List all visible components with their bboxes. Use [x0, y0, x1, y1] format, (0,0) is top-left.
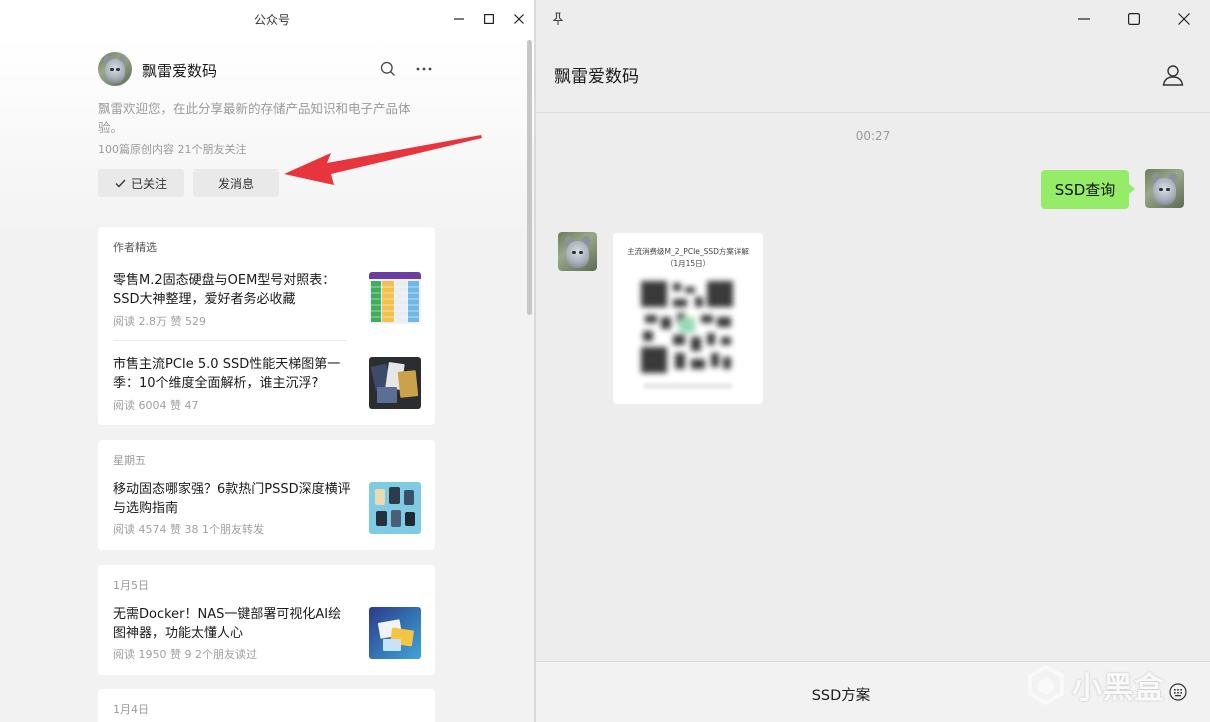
more-icon	[416, 67, 432, 71]
article-meta: 阅读 2.8万 赞 529	[113, 315, 206, 328]
search-button[interactable]	[378, 59, 398, 79]
account-description: 飘雷欢迎您，在此分享最新的存储产品知识和电子产品体验。	[98, 101, 411, 135]
message-timestamp: 00:27	[855, 129, 891, 143]
maximize-icon	[1128, 13, 1140, 25]
search-icon	[380, 61, 395, 76]
post-date: 1月4日	[113, 703, 149, 716]
article-title[interactable]: 市售主流PCIe 5.0 SSD性能天梯图第一季：10个维度全面解析，谁主沉浮?	[113, 355, 353, 393]
watermark: 小黑盒	[1028, 655, 1165, 715]
chat-title-bar[interactable]	[536, 0, 1210, 38]
qr-code-icon	[637, 277, 737, 377]
send-message-label: 发消息	[217, 176, 254, 191]
minimize-icon	[1078, 18, 1090, 20]
divider	[113, 340, 347, 341]
article-meta: 阅读 6004 赞 47	[113, 399, 199, 412]
close-icon	[1178, 13, 1190, 25]
profile-button[interactable]	[1160, 62, 1186, 88]
received-image-message[interactable]: 主流消费级M_2_PCIe_SSD方案详解（1月15日）	[613, 233, 763, 404]
post-date: 1月5日	[113, 579, 149, 592]
image-message-title: 主流消费级M_2_PCIe_SSD方案详解（1月15日）	[627, 247, 749, 268]
post-thumbnail[interactable]	[369, 482, 421, 534]
post-meta: 阅读 1950 赞 9 2个朋友读过	[113, 648, 257, 661]
title-bar[interactable]: 公众号	[0, 0, 534, 38]
pin-button[interactable]	[546, 8, 570, 30]
pin-icon	[552, 12, 564, 25]
chat-header: 飘雷爱数码	[536, 38, 1210, 113]
maximize-button[interactable]	[477, 8, 501, 30]
account-stats[interactable]: 100篇原创内容 21个朋友关注	[98, 141, 247, 157]
account-name[interactable]: 飘雷爱数码	[142, 60, 217, 81]
official-account-window: 公众号 飘雷爱数码 飘雷欢迎您，在此分享最新的存储产品知识和电子产品体验。 10…	[0, 0, 534, 722]
followed-button[interactable]: 已关注	[98, 169, 184, 197]
close-button[interactable]	[1172, 8, 1196, 30]
article-thumbnail[interactable]	[369, 357, 421, 409]
account-avatar[interactable]	[98, 52, 132, 86]
close-icon	[514, 14, 524, 24]
my-avatar[interactable]	[1145, 169, 1184, 208]
post-card[interactable]: 星期五 移动固态哪家强？6款热门PSSD深度横评与选购指南 阅读 4574 赞 …	[98, 440, 435, 550]
post-title[interactable]: 移动固态哪家强？6款热门PSSD深度横评与选购指南	[113, 480, 353, 518]
user-icon	[1162, 65, 1184, 86]
keyboard-button[interactable]	[1168, 682, 1188, 702]
more-button[interactable]	[413, 59, 435, 79]
article-title[interactable]: 零售M.2固态硬盘与OEM型号对照表：SSD大神整理，爱好者务必收藏	[113, 271, 353, 309]
watermark-text: 小黑盒	[1072, 671, 1165, 706]
maximize-button[interactable]	[1122, 8, 1146, 30]
followed-label: 已关注	[130, 176, 167, 191]
minimize-button[interactable]	[1072, 8, 1096, 30]
post-date: 星期五	[113, 454, 146, 467]
check-icon	[115, 179, 126, 187]
post-card[interactable]: 1月5日 无需Docker！NAS一键部署可视化AI绘图神器，功能太懂人心 阅读…	[98, 565, 435, 675]
featured-label: 作者精选	[113, 241, 157, 254]
keyboard-icon	[1169, 683, 1187, 701]
sender-avatar[interactable]	[558, 232, 597, 271]
post-card[interactable]: 1月4日	[98, 689, 435, 722]
chat-window: 飘雷爱数码 00:27 SSD查询 主流消费级M_2_PCIe_SSD方案详解（…	[536, 0, 1210, 722]
post-thumbnail[interactable]	[369, 607, 421, 659]
minimize-button[interactable]	[447, 8, 471, 30]
close-button[interactable]	[507, 8, 531, 30]
image-caption-blurred	[643, 383, 733, 389]
chat-title[interactable]: 飘雷爱数码	[554, 62, 639, 87]
article-thumbnail[interactable]	[369, 272, 421, 324]
send-message-button[interactable]: 发消息	[193, 169, 279, 197]
featured-articles-card: 作者精选 零售M.2固态硬盘与OEM型号对照表：SSD大神整理，爱好者务必收藏 …	[98, 227, 435, 425]
post-meta: 阅读 4574 赞 38 1个朋友转发	[113, 523, 264, 536]
scrollbar-thumb[interactable]	[527, 40, 532, 315]
maximize-icon	[484, 14, 494, 24]
post-title[interactable]: 无需Docker！NAS一键部署可视化AI绘图神器，功能太懂人心	[113, 605, 353, 643]
minimize-icon	[454, 18, 464, 20]
sent-message-bubble[interactable]: SSD查询	[1041, 170, 1135, 209]
xiaoheihe-logo-icon	[1028, 665, 1064, 705]
